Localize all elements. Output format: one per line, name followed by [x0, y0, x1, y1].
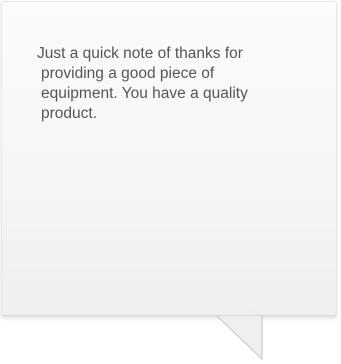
testimonial-stage: Just a quick note of thanks for providin… [0, 0, 341, 364]
quote-line: equipment. You have a quality [41, 85, 248, 102]
quote-line: Just a quick note of thanks for [37, 45, 243, 62]
testimonial-quote: Just a quick note of thanks for providin… [37, 44, 295, 124]
quote-line: providing a good piece of [41, 65, 215, 82]
quote-line: product. [41, 105, 98, 122]
speech-bubble-tail [216, 316, 263, 361]
bubble-bottom-edge [2, 315, 336, 316]
